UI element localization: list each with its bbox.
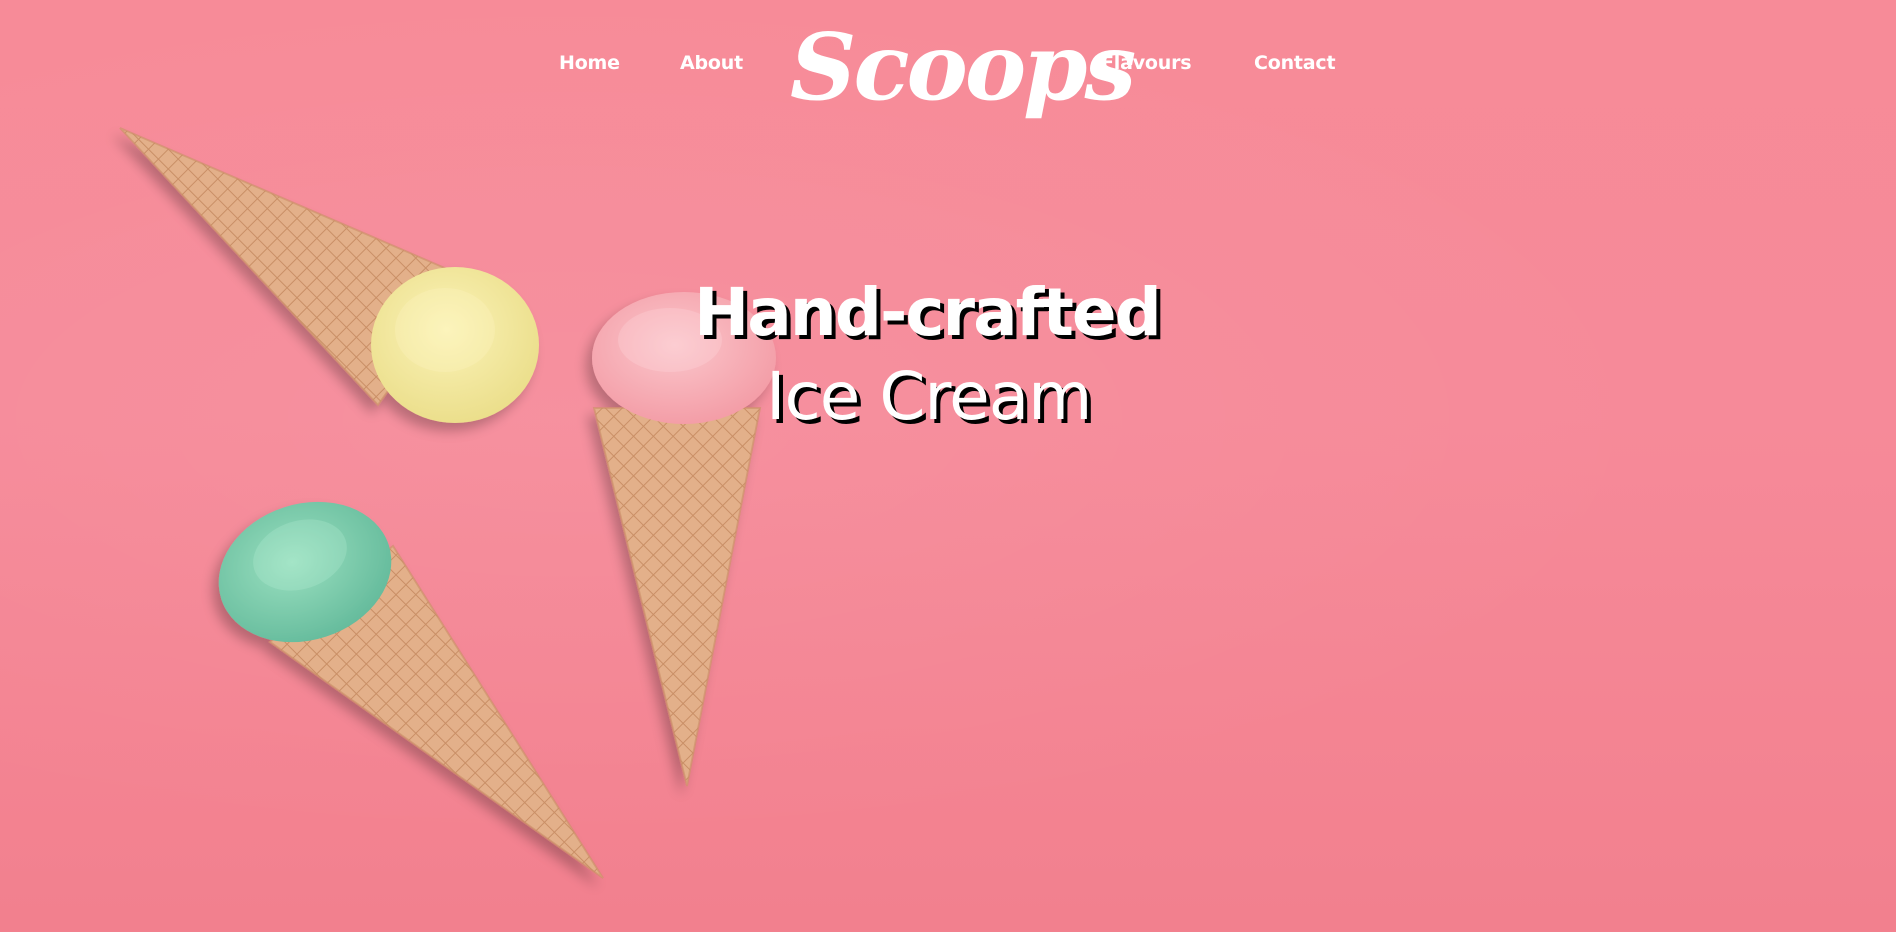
hero-headline-line1: Hand-crafted xyxy=(694,274,1162,351)
nav-link-contact[interactable]: Contact xyxy=(1254,52,1336,74)
ice-cream-cone-green-icon xyxy=(218,501,604,879)
hero-section: Home About Scoops Flavours Contact Hand-… xyxy=(0,0,1896,932)
nav-link-home[interactable]: Home xyxy=(559,52,620,74)
ice-cream-cone-pink-icon xyxy=(592,292,776,787)
hero-image xyxy=(119,127,776,879)
main-navigation: Home About Scoops Flavours Contact xyxy=(0,0,1896,125)
nav-link-about[interactable]: About xyxy=(680,52,743,74)
hero-headline-line2: Ice Cream xyxy=(766,358,1092,435)
site-logo[interactable]: Scoops xyxy=(790,10,1136,125)
ice-cream-cone-yellow-icon xyxy=(119,127,539,423)
nav-link-flavours[interactable]: Flavours xyxy=(1101,52,1192,74)
